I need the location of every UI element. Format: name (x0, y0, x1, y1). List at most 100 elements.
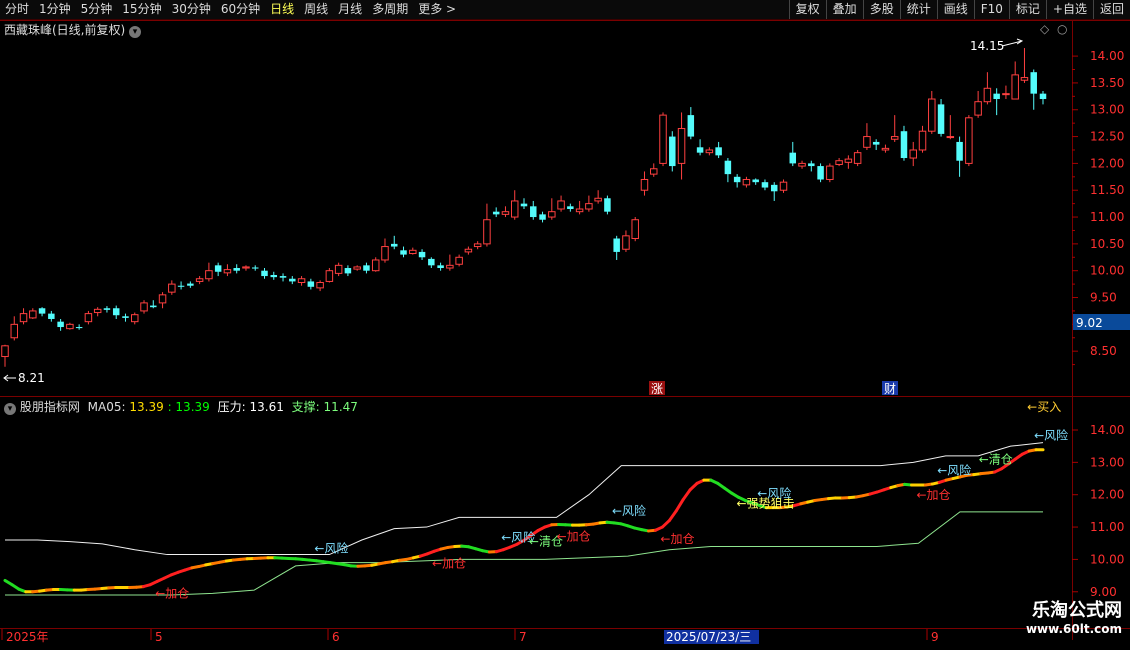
candle-body (242, 266, 250, 269)
candle-body (103, 308, 111, 310)
price-tick-label: 11.50 (1090, 183, 1124, 197)
candle-body (835, 160, 843, 165)
candle-body (733, 176, 741, 183)
ind-price-tick-label: 14.00 (1090, 423, 1124, 437)
candle-body (122, 316, 129, 318)
chevron-down-icon[interactable]: ▾ (129, 26, 142, 38)
candle-body (483, 219, 491, 245)
signal-label: ←风险 (937, 462, 971, 477)
watermark-url: www.60lt.com (1025, 622, 1122, 636)
candle-body (548, 211, 556, 218)
candle-body (530, 206, 537, 218)
candle-body (381, 246, 389, 261)
date-label: 2025年 (6, 630, 49, 644)
date-label: 7 (519, 630, 527, 644)
candle-body (205, 270, 213, 280)
price-tick-label: 13.00 (1090, 103, 1124, 117)
candle-body (261, 270, 268, 277)
candle-body (520, 203, 528, 207)
candle-body (93, 308, 102, 314)
candle-body (223, 269, 232, 274)
candle-body (909, 149, 917, 159)
diamond-icon[interactable]: ◇ (1040, 22, 1049, 36)
candle-body (594, 197, 602, 202)
ind-price-tick-label: 12.00 (1090, 488, 1124, 502)
price-tick-label: 10.50 (1090, 237, 1124, 251)
date-axis: 2025年 5 6 7 9 (1, 629, 939, 644)
candles (1, 48, 1047, 367)
watermark-site: 乐淘公式网 (1032, 600, 1122, 621)
candle-body (761, 182, 769, 188)
settings-circle-icon[interactable]: ▾ (4, 403, 16, 415)
candle-body (872, 141, 880, 145)
candle-body (622, 235, 630, 250)
candle-body (19, 313, 28, 323)
candle-body (214, 265, 222, 272)
price-tick-label: 13.50 (1090, 76, 1124, 90)
support-value: 11.47 (323, 400, 358, 414)
candle-body (640, 178, 649, 191)
ma05-segment (681, 488, 692, 502)
candle-body (492, 211, 500, 215)
signal-label: ←加仓 (660, 532, 694, 546)
candle-body (742, 178, 751, 186)
price-tick-label: 14.00 (1090, 49, 1124, 63)
indicator-title-row: ▾ 股朋指标网 MA05: 13.39 : 13.39 压力: 13.61 支撑… (4, 398, 358, 415)
candle-body (289, 278, 296, 282)
candle-body (363, 265, 370, 271)
candle-body (863, 136, 871, 148)
candle-body (817, 166, 824, 180)
candle-body (84, 313, 93, 323)
main-title: 西藏珠峰(日线,前复权) ▾ (4, 21, 142, 38)
kline-chart[interactable]: 14.00 13.50 13.00 12.50 12.00 11.50 11.00 10.50… (0, 0, 1130, 650)
ind-price-tick-label: 10.00 (1090, 552, 1124, 566)
candle-body (270, 274, 278, 278)
candle-body (993, 93, 1000, 100)
candle-body (881, 147, 890, 151)
candle-body (575, 208, 584, 213)
candle-body (418, 251, 426, 258)
candle-body (177, 285, 185, 287)
price-tick-label: 8.50 (1090, 344, 1117, 358)
candle-body (195, 278, 204, 282)
ind-price-tick-label: 13.00 (1090, 455, 1124, 469)
price-tick-label: 10.00 (1090, 264, 1124, 278)
ma05-segment (674, 498, 685, 513)
circle-icon[interactable]: ○ (1057, 22, 1067, 36)
candle-body (937, 104, 945, 134)
candle-body (974, 101, 982, 116)
current-price-text: 9.02 (1076, 316, 1103, 330)
candle-body (66, 323, 74, 330)
high-marker-arrow (1001, 38, 1024, 47)
candle-body (585, 203, 593, 210)
candle-body (307, 281, 315, 287)
candle-body (1039, 93, 1047, 100)
candle-body (168, 283, 176, 293)
candle-body (131, 314, 139, 323)
signal-label: ←风险 (612, 503, 646, 518)
candle-body (140, 302, 148, 312)
candle-body (150, 305, 157, 308)
candle-body (604, 198, 611, 212)
price-tick-label: 12.00 (1090, 156, 1124, 170)
low-marker: 8.21 (18, 371, 45, 385)
signal-label: ←风险 (757, 485, 791, 500)
candle-body (539, 214, 546, 220)
candle-body (798, 162, 806, 167)
date-label: 5 (155, 630, 163, 644)
candle-body (510, 200, 519, 218)
candle-body (57, 321, 64, 328)
candle-body (1030, 72, 1037, 94)
candle-body (334, 264, 343, 274)
candle-body (918, 130, 927, 151)
ma-value-2: : 13.39 (167, 400, 210, 414)
signal-label: ←加仓 (916, 488, 950, 502)
ind-price-tick-label: 11.00 (1090, 520, 1124, 534)
candle-body (400, 250, 407, 255)
price-tick-label: 9.50 (1090, 291, 1117, 305)
candle-body (279, 276, 287, 278)
ma-value-1: 13.39 (129, 400, 164, 414)
candle-body (650, 168, 658, 175)
candle-body (251, 267, 259, 269)
candle-body (38, 308, 46, 314)
